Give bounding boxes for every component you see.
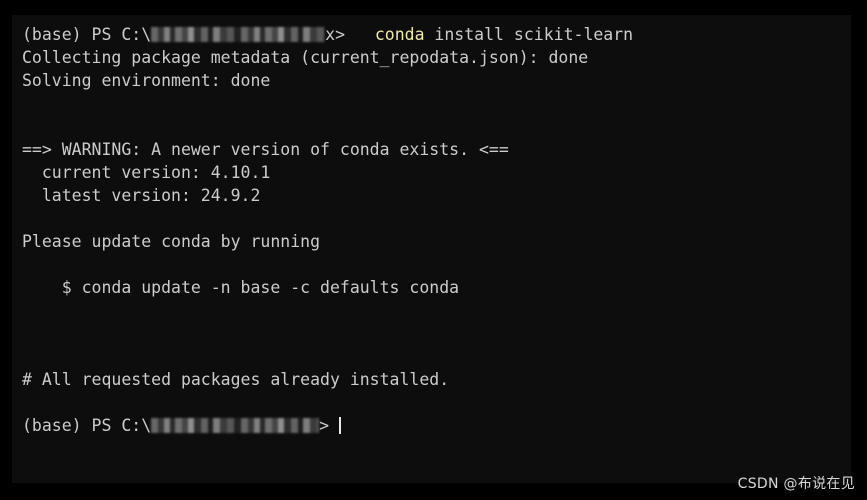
terminal-output: (base) PS C:\ x> conda install scikit-lea…: [22, 23, 851, 437]
terminal-line-all-installed: # All requested packages already install…: [22, 368, 851, 391]
redacted-path: [151, 27, 326, 42]
redacted-path: [151, 418, 320, 433]
terminal-line-blank-7: [22, 345, 851, 368]
line-text: [22, 117, 32, 136]
terminal-line-current-version: current version: 4.10.1: [22, 161, 851, 184]
prompt-gap: [345, 25, 375, 44]
line-text: Please update conda by running: [22, 232, 321, 251]
terminal-line-blank-1: [22, 92, 851, 115]
prompt-suffix: x>: [325, 25, 346, 44]
line-text: [22, 301, 32, 320]
line-text: [22, 393, 32, 412]
line-text: [22, 255, 32, 274]
line-text: [22, 94, 32, 113]
terminal-line-blank-3: [22, 207, 851, 230]
prompt-gap: [329, 416, 339, 435]
terminal-line-blank-8: [22, 391, 851, 414]
terminal-line-prompt-command: (base) PS C:\ x> conda install scikit-lea…: [22, 23, 851, 46]
line-text: Solving environment: done: [22, 71, 271, 90]
terminal-line-prompt-final: (base) PS C:\ >: [22, 414, 851, 437]
terminal-line-warning-header: ==> WARNING: A newer version of conda ex…: [22, 138, 851, 161]
line-text: ==> WARNING: A newer version of conda ex…: [22, 140, 509, 159]
csdn-watermark: CSDN @布说在见: [737, 476, 855, 492]
terminal-line-solving-environment: Solving environment: done: [22, 69, 851, 92]
line-text: [22, 209, 32, 228]
terminal-line-blank-5: [22, 299, 851, 322]
line-text: Collecting package metadata (current_rep…: [22, 48, 589, 67]
line-text: [22, 324, 32, 343]
prompt-suffix: >: [319, 416, 330, 435]
terminal-line-latest-version: latest version: 24.9.2: [22, 184, 851, 207]
terminal-line-blank-2: [22, 115, 851, 138]
terminal-line-blank-6: [22, 322, 851, 345]
line-text: # All requested packages already install…: [22, 370, 450, 389]
terminal-line-collecting-metadata: Collecting package metadata (current_rep…: [22, 46, 851, 69]
terminal-line-blank-4: [22, 253, 851, 276]
line-text: current version: 4.10.1: [22, 163, 271, 182]
command-token-1: install scikit-learn: [424, 25, 634, 44]
terminal-line-please-update: Please update conda by running: [22, 230, 851, 253]
terminal-window[interactable]: (base) PS C:\ x> conda install scikit-lea…: [12, 15, 851, 483]
text-cursor: [339, 417, 342, 434]
prompt-prefix: (base) PS C:\: [22, 416, 152, 435]
prompt-prefix: (base) PS C:\: [22, 25, 152, 44]
line-text: $ conda update -n base -c defaults conda: [22, 278, 460, 297]
screenshot-root: (base) PS C:\ x> conda install scikit-lea…: [0, 0, 867, 500]
command-token-0: conda: [374, 25, 425, 44]
line-text: latest version: 24.9.2: [22, 186, 261, 205]
line-text: [22, 347, 32, 366]
terminal-line-update-command: $ conda update -n base -c defaults conda: [22, 276, 851, 299]
